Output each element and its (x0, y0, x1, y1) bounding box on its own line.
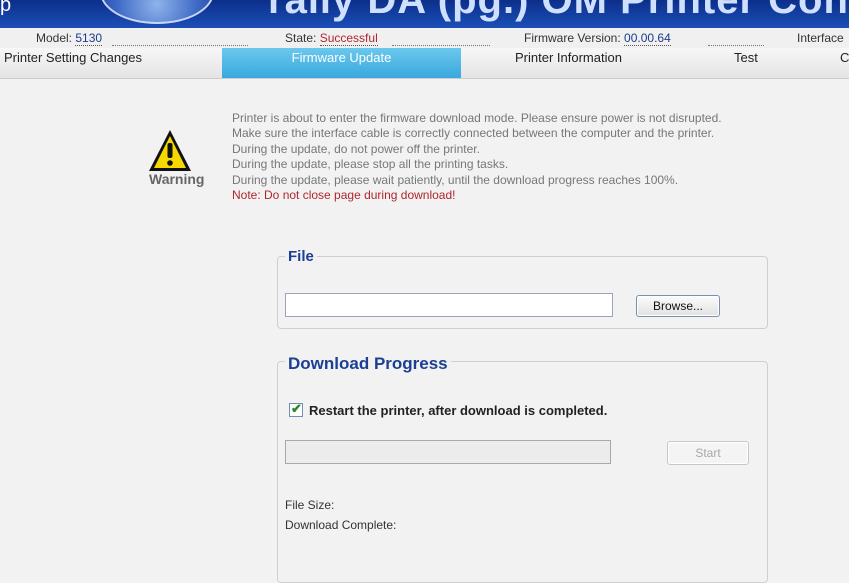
warning-message: During the update, please stop all the p… (232, 157, 509, 172)
header-left-fragment: p (0, 0, 12, 16)
browse-button[interactable]: Browse... (636, 295, 720, 317)
interface-label: Interface (797, 31, 844, 45)
header-banner: p raily DA (pg.) OM Printer Config (0, 0, 849, 28)
state-label: State: (285, 31, 317, 45)
firmware-label: Firmware Version: (524, 31, 621, 45)
start-button[interactable]: Start (667, 441, 749, 465)
start-button-label: Start (695, 446, 721, 460)
tab-label: Test (734, 50, 758, 65)
tab-label: Printer Information (515, 50, 622, 65)
firmware-status: Firmware Version: 00.00.64 (524, 31, 671, 46)
tab-more[interactable]: C (840, 48, 849, 78)
download-complete-label: Download Complete: (285, 518, 397, 532)
state-status: State: Successful (285, 31, 378, 46)
tab-label: C (840, 50, 849, 65)
model-label: Model: (36, 31, 73, 45)
logo-globe-icon (100, 0, 214, 24)
tab-printer-information[interactable]: Printer Information (515, 48, 622, 78)
download-progress-fieldset (277, 361, 768, 583)
warning-message: Printer is about to enter the firmware d… (232, 111, 722, 125)
state-value: Successful (319, 31, 378, 46)
file-legend: File (285, 248, 317, 265)
browse-button-label: Browse... (652, 299, 703, 313)
tab-label: Firmware Update (291, 50, 392, 65)
status-bar: Model: 5130 State: Successful Firmware V… (0, 28, 849, 48)
model-underline (112, 45, 248, 46)
tab-label: Printer Setting Changes (4, 50, 143, 65)
warning-message: Make sure the interface cable is correct… (232, 126, 715, 141)
file-size-label: File Size: (285, 498, 335, 512)
download-progress-bar (285, 440, 611, 464)
tab-test[interactable]: Test (734, 48, 758, 78)
model-status: Model: 5130 (36, 31, 103, 46)
state-underline (392, 45, 490, 46)
model-value: 5130 (75, 31, 103, 46)
restart-checkbox[interactable]: ✔ (289, 401, 303, 417)
tab-firmware-update[interactable]: Firmware Update (222, 48, 461, 78)
restart-checkbox-label[interactable]: Restart the printer, after download is c… (309, 403, 607, 418)
warning-message: During the update, do not power off the … (232, 141, 480, 156)
firmware-underline (708, 45, 764, 46)
warning-label: Warning (149, 171, 205, 187)
checkmark-icon: ✔ (291, 401, 302, 416)
header-title: raily DA (pg.) OM Printer Config (268, 0, 849, 22)
file-path-input[interactable] (285, 293, 613, 317)
firmware-value: 00.00.64 (624, 31, 671, 46)
warning-note: Note: Do not close page during download! (232, 188, 456, 203)
download-progress-legend: Download Progress (285, 354, 451, 374)
warning-messages: Printer is about to enter the firmware d… (232, 111, 722, 203)
warning-message: During the update, please wait patiently… (232, 172, 679, 187)
tab-bar: Printer Setting Changes Firmware Update … (0, 48, 849, 79)
tab-printer-setting-changes[interactable]: Printer Setting Changes (0, 48, 204, 78)
